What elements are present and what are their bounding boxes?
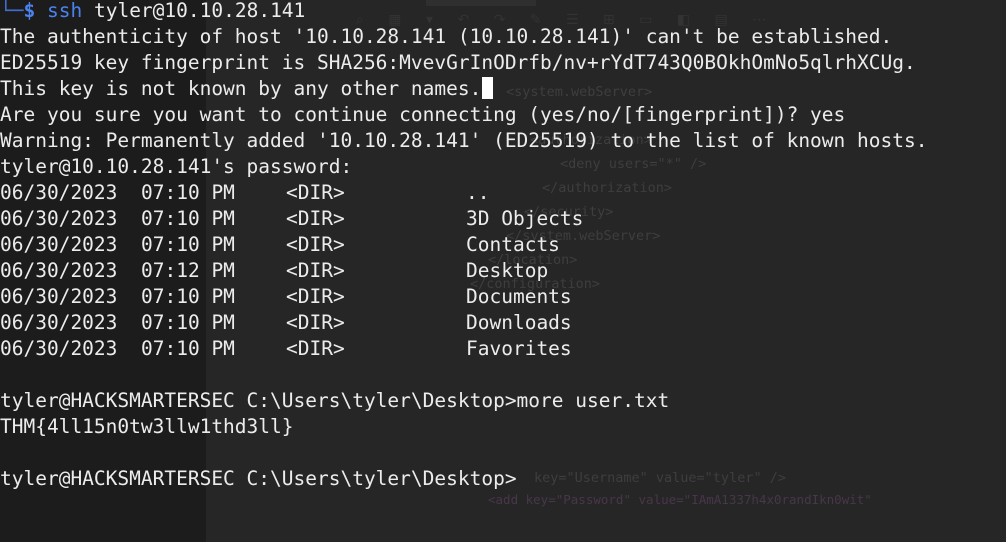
ssh-target: tyler@10.10.28.141: [93, 0, 306, 22]
dir-type: <DIR>: [286, 181, 345, 204]
dir-date: 06/30/2023: [0, 181, 118, 204]
dir-row: 06/30/2023 07:10 PM <DIR> Contacts: [0, 232, 1006, 258]
output-line: The authenticity of host '10.10.28.141 (…: [0, 25, 893, 48]
dir-row: 06/30/2023 07:10 PM <DIR> ..: [0, 180, 1006, 206]
dir-time: 07:12 PM: [141, 259, 235, 282]
dir-type: <DIR>: [286, 259, 345, 282]
final-prompt[interactable]: tyler@HACKSMARTERSEC C:\Users\tyler\Desk…: [0, 466, 517, 492]
dir-name: Downloads: [466, 311, 572, 334]
flag-output: THM{4ll15n0tw3llw1thd3ll}: [0, 415, 294, 438]
dir-type: <DIR>: [286, 285, 345, 308]
dir-row: 06/30/2023 07:10 PM <DIR> Downloads: [0, 310, 1006, 336]
more-command-line: tyler@HACKSMARTERSEC C:\Users\tyler\Desk…: [0, 389, 670, 412]
ssh-command: ssh: [46, 0, 83, 22]
editor-line: <system.webServer>: [506, 84, 653, 100]
ssh-command-line: └─$ ssh tyler@10.10.28.141: [0, 0, 305, 24]
dir-row: 06/30/2023 07:10 PM <DIR> Documents: [0, 284, 1006, 310]
dir-date: 06/30/2023: [0, 337, 118, 360]
dir-time: 07:10 PM: [141, 181, 235, 204]
dir-date: 06/30/2023: [0, 233, 118, 256]
dir-name: Contacts: [466, 233, 560, 256]
dir-name: Desktop: [466, 259, 549, 282]
dir-time: 07:10 PM: [141, 233, 235, 256]
dir-date: 06/30/2023: [0, 311, 118, 334]
dir-date: 06/30/2023: [0, 207, 118, 230]
output-text: This key is not known by any other names…: [0, 77, 482, 100]
editor-username-line: key="Username" value="tyler" />: [534, 470, 786, 486]
dir-row: 06/30/2023 07:12 PM <DIR> Desktop: [0, 258, 1006, 284]
prompt-symbol: $: [23, 0, 36, 22]
dir-date: 06/30/2023: [0, 259, 118, 282]
output-line: This key is not known by any other names…: [0, 76, 494, 102]
dir-time: 07:10 PM: [141, 311, 235, 334]
dir-name: ..: [466, 181, 490, 204]
dir-type: <DIR>: [286, 311, 345, 334]
dir-time: 07:10 PM: [141, 337, 235, 360]
dir-type: <DIR>: [286, 207, 345, 230]
background-editor-tab: [426, 0, 536, 6]
terminal-window[interactable]: ⌕ ▦ ▾ ↶ ↷ ✎ ☰ ⊞ ▭ ◧ ▤ ⋯ <system.webServe…: [0, 0, 1006, 542]
editor-password-line: <add key="Password" value="IAmA1337h4x0r…: [488, 492, 872, 507]
dir-type: <DIR>: [286, 337, 345, 360]
output-line: Warning: Permanently added '10.10.28.141…: [0, 129, 928, 152]
dir-type: <DIR>: [286, 233, 345, 256]
dir-time: 07:10 PM: [141, 285, 235, 308]
dir-row: 06/30/2023 07:10 PM <DIR> Favorites: [0, 336, 1006, 362]
dir-time: 07:10 PM: [141, 207, 235, 230]
text-cursor: [482, 77, 494, 99]
editor-line: <deny users="*" />: [560, 156, 707, 172]
dir-name: Documents: [466, 285, 572, 308]
output-line: ED25519 key fingerprint is SHA256:MvevGr…: [0, 51, 916, 74]
dir-date: 06/30/2023: [0, 285, 118, 308]
output-line: Are you sure you want to continue connec…: [0, 103, 846, 126]
dir-row: 06/30/2023 07:10 PM <DIR> 3D Objects: [0, 206, 1006, 232]
dir-name: Favorites: [466, 337, 572, 360]
prompt-corner-glyph: └─: [0, 0, 24, 22]
password-prompt-line: tyler@10.10.28.141's password:: [0, 155, 353, 178]
dir-name: 3D Objects: [466, 207, 584, 230]
